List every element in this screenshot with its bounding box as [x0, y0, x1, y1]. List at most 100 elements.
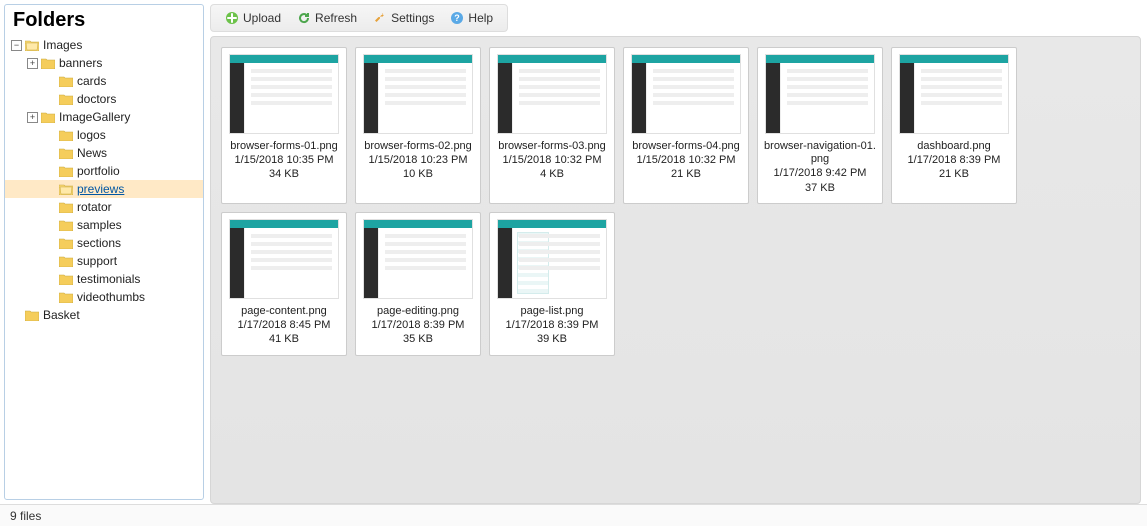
tree-item[interactable]: testimonials	[5, 270, 203, 288]
file-date: 1/17/2018 8:39 PM	[908, 153, 1001, 167]
file-date: 1/15/2018 10:32 PM	[502, 153, 601, 167]
file-size: 21 KB	[671, 167, 701, 181]
expander-spacer	[45, 76, 56, 87]
help-button[interactable]: ? Help	[442, 9, 501, 27]
file-date: 1/15/2018 10:35 PM	[234, 153, 333, 167]
file-thumbnail	[363, 54, 473, 134]
expander-spacer	[45, 274, 56, 285]
expander-spacer	[45, 166, 56, 177]
file-thumbnail	[363, 219, 473, 299]
folder-icon	[59, 165, 73, 177]
file-item[interactable]: page-editing.png1/17/2018 8:39 PM35 KB	[355, 212, 481, 356]
content-pane: Upload Refresh Settings ? Help	[208, 0, 1147, 504]
settings-label: Settings	[391, 11, 434, 25]
tree-item[interactable]: rotator	[5, 198, 203, 216]
status-bar: 9 files	[0, 504, 1147, 526]
file-name: browser-forms-01.png	[230, 140, 338, 153]
file-name: dashboard.png	[917, 140, 990, 153]
tree-item-label: Basket	[43, 308, 80, 322]
folder-icon	[59, 147, 73, 159]
tree-item-label: sections	[77, 236, 121, 250]
file-grid[interactable]: browser-forms-01.png1/15/2018 10:35 PM34…	[210, 36, 1141, 504]
file-name: browser-forms-03.png	[498, 140, 606, 153]
file-date: 1/15/2018 10:32 PM	[636, 153, 735, 167]
tree-item-label: banners	[59, 56, 102, 70]
tree-item-label: videothumbs	[77, 290, 145, 304]
tree-item[interactable]: cards	[5, 72, 203, 90]
file-item[interactable]: page-list.png1/17/2018 8:39 PM39 KB	[489, 212, 615, 356]
tree-item[interactable]: News	[5, 144, 203, 162]
expander-spacer	[45, 238, 56, 249]
folder-icon	[59, 75, 73, 87]
tree-item[interactable]: logos	[5, 126, 203, 144]
tree-item-label: portfolio	[77, 164, 120, 178]
tree-item[interactable]: support	[5, 252, 203, 270]
tree-item-label: rotator	[77, 200, 112, 214]
folder-icon	[59, 255, 73, 267]
file-thumbnail	[631, 54, 741, 134]
file-thumbnail	[229, 219, 339, 299]
tree-item-label: cards	[77, 74, 106, 88]
tree-item[interactable]: + banners	[5, 54, 203, 72]
file-item[interactable]: dashboard.png1/17/2018 8:39 PM21 KB	[891, 47, 1017, 204]
expander-spacer	[45, 130, 56, 141]
refresh-label: Refresh	[315, 11, 357, 25]
settings-button[interactable]: Settings	[365, 9, 442, 27]
expand-icon[interactable]: +	[27, 112, 38, 123]
file-item[interactable]: browser-navigation-01.png1/17/2018 9:42 …	[757, 47, 883, 204]
tree-item[interactable]: doctors	[5, 90, 203, 108]
file-name: page-editing.png	[377, 305, 459, 318]
file-thumbnail	[899, 54, 1009, 134]
expander-spacer	[45, 220, 56, 231]
help-label: Help	[468, 11, 493, 25]
file-thumbnail	[229, 54, 339, 134]
tree-item[interactable]: + ImageGallery	[5, 108, 203, 126]
file-item[interactable]: browser-forms-02.png1/15/2018 10:23 PM10…	[355, 47, 481, 204]
folder-icon	[59, 219, 73, 231]
file-size: 37 KB	[805, 181, 835, 195]
file-item[interactable]: browser-forms-01.png1/15/2018 10:35 PM34…	[221, 47, 347, 204]
help-icon: ?	[450, 11, 464, 25]
file-item[interactable]: page-content.png1/17/2018 8:45 PM41 KB	[221, 212, 347, 356]
file-date: 1/17/2018 8:45 PM	[238, 318, 331, 332]
expand-icon[interactable]: +	[27, 58, 38, 69]
expander-spacer	[45, 148, 56, 159]
tree-item[interactable]: sections	[5, 234, 203, 252]
tree-item-label: Images	[43, 38, 82, 52]
tree-item[interactable]: portfolio	[5, 162, 203, 180]
tree-item[interactable]: samples	[5, 216, 203, 234]
folder-tree: − Images + banners cards doctors + ImageGallery…	[5, 34, 203, 499]
folder-sidebar: Folders −Images+bannerscardsdoctors+Imag…	[4, 4, 204, 500]
wrench-icon	[373, 11, 387, 25]
tree-item-label: ImageGallery	[59, 110, 130, 124]
expander-spacer	[45, 292, 56, 303]
expander-spacer	[45, 184, 56, 195]
file-item[interactable]: browser-forms-04.png1/15/2018 10:32 PM21…	[623, 47, 749, 204]
tree-item[interactable]: videothumbs	[5, 288, 203, 306]
file-size: 4 KB	[540, 167, 564, 181]
file-date: 1/17/2018 8:39 PM	[372, 318, 465, 332]
expander-spacer	[45, 256, 56, 267]
refresh-icon	[297, 11, 311, 25]
file-name: page-content.png	[241, 305, 327, 318]
file-item[interactable]: browser-forms-03.png1/15/2018 10:32 PM4 …	[489, 47, 615, 204]
file-name: browser-navigation-01.png	[762, 140, 878, 166]
folder-icon	[41, 111, 55, 123]
file-size: 39 KB	[537, 332, 567, 346]
upload-button[interactable]: Upload	[217, 9, 289, 27]
file-name: browser-forms-02.png	[364, 140, 472, 153]
folder-icon	[25, 309, 39, 321]
tree-item[interactable]: previews	[5, 180, 203, 198]
collapse-icon[interactable]: −	[11, 40, 22, 51]
tree-item-label: previews	[77, 182, 124, 196]
tree-item[interactable]: Basket	[5, 306, 203, 324]
tree-item[interactable]: − Images	[5, 36, 203, 54]
file-size: 41 KB	[269, 332, 299, 346]
refresh-button[interactable]: Refresh	[289, 9, 365, 27]
file-date: 1/15/2018 10:23 PM	[368, 153, 467, 167]
plus-circle-icon	[225, 11, 239, 25]
status-text: 9 files	[10, 509, 41, 523]
expander-spacer	[11, 310, 22, 321]
folder-icon	[59, 237, 73, 249]
file-name: page-list.png	[521, 305, 584, 318]
